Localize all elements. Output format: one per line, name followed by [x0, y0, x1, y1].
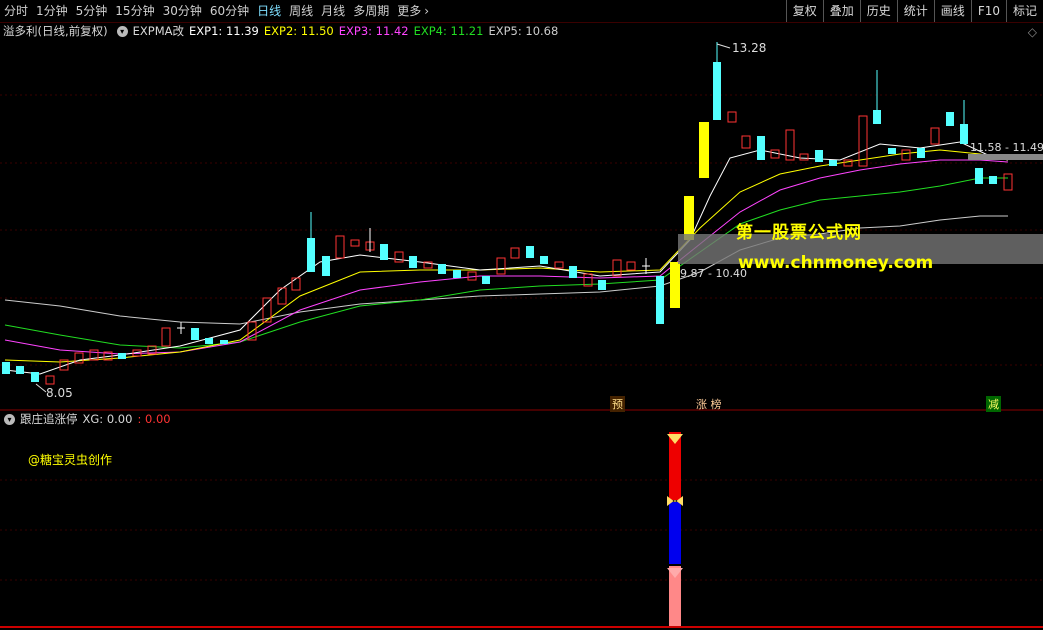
- exp4-value: EXP4: 11.21: [413, 24, 484, 38]
- stock-title: 溢多利(日线,前复权): [3, 24, 108, 38]
- tag-zhangbang: 涨 榜: [696, 398, 722, 411]
- grid: [0, 94, 1043, 581]
- mark-button[interactable]: 标记: [1005, 0, 1043, 22]
- tool-buttons: 复权 叠加 历史 统计 画线 F10 标记: [785, 0, 1043, 22]
- tab-daily[interactable]: 日线: [253, 0, 285, 22]
- range-bar-right: [968, 154, 1043, 160]
- range-label-right: 11.58 - 11.49: [970, 141, 1043, 154]
- close-icon[interactable]: ◇: [1028, 25, 1037, 39]
- candles: [2, 42, 1013, 385]
- author-credit: @糖宝灵虫创作: [28, 453, 113, 467]
- statistics-button[interactable]: 统计: [896, 0, 934, 22]
- fuquan-button[interactable]: 复权: [785, 0, 823, 22]
- low-price-label: 8.05: [46, 386, 73, 400]
- tab-1min[interactable]: 1分钟: [32, 0, 72, 22]
- range-label-left: 9.87 - 10.40: [680, 267, 747, 280]
- low-price-leader: [35, 383, 47, 393]
- tab-60min[interactable]: 60分钟: [206, 0, 253, 22]
- tag-jian: 减: [986, 396, 1001, 412]
- tab-30min[interactable]: 30分钟: [159, 0, 206, 22]
- indicator-name[interactable]: EXPMA改: [133, 23, 184, 39]
- xg-signal-bar: [667, 432, 683, 626]
- tab-5min[interactable]: 5分钟: [72, 0, 112, 22]
- tab-more-label: 更多: [397, 4, 422, 18]
- toolbar: 分时 1分钟 5分钟 15分钟 30分钟 60分钟 日线 周线 月线 多周期 更…: [0, 0, 1043, 23]
- xg-value-number: 0.00: [144, 412, 171, 426]
- exp5-value: EXP5: 10.68: [488, 24, 559, 38]
- history-button[interactable]: 历史: [859, 0, 897, 22]
- sub-indicator-menu-icon[interactable]: ▾: [4, 413, 15, 425]
- indicator-menu-icon[interactable]: ▾: [116, 25, 128, 37]
- sub-indicator-legend: ▾ 跟庄追涨停 XG: 0.00 : 0.00: [0, 410, 181, 428]
- watermark-url: www.chnmoney.com: [738, 253, 934, 273]
- period-tabs: 分时 1分钟 5分钟 15分钟 30分钟 60分钟 日线 周线 月线 多周期 更…: [0, 0, 433, 22]
- main-indicator-legend: 溢多利(日线,前复权) ▾ EXPMA改 EXP1: 11.39 EXP2: 1…: [0, 22, 563, 40]
- tab-monthly[interactable]: 月线: [317, 0, 349, 22]
- high-price-label: 13.28: [732, 41, 766, 55]
- xg-label: XG: 0.00: [82, 412, 133, 426]
- f10-button[interactable]: F10: [970, 0, 1006, 22]
- tab-more[interactable]: 更多 ›: [393, 0, 433, 22]
- high-price-leader: [716, 43, 731, 49]
- tab-weekly[interactable]: 周线: [285, 0, 317, 22]
- exp3-value: EXP3: 11.42: [338, 24, 409, 38]
- overlay-button[interactable]: 叠加: [822, 0, 860, 22]
- draw-line-button[interactable]: 画线: [933, 0, 971, 22]
- tab-multi-period[interactable]: 多周期: [349, 0, 393, 22]
- tab-15min[interactable]: 15分钟: [111, 0, 158, 22]
- tag-pre: 预: [610, 396, 625, 412]
- exp2-value: EXP2: 11.50: [263, 24, 334, 38]
- exp1-value: EXP1: 11.39: [189, 24, 259, 38]
- chart-area[interactable]: 13.28 8.05 9.87 - 10.40 11.58 - 11.49: [0, 22, 1043, 630]
- watermark-title: 第一股票公式网: [736, 223, 862, 243]
- chevron-right-icon: ›: [424, 4, 430, 18]
- xg-value: : 0.00: [137, 412, 171, 426]
- sub-indicator-name[interactable]: 跟庄追涨停: [20, 411, 78, 427]
- tab-fenshi[interactable]: 分时: [0, 0, 32, 22]
